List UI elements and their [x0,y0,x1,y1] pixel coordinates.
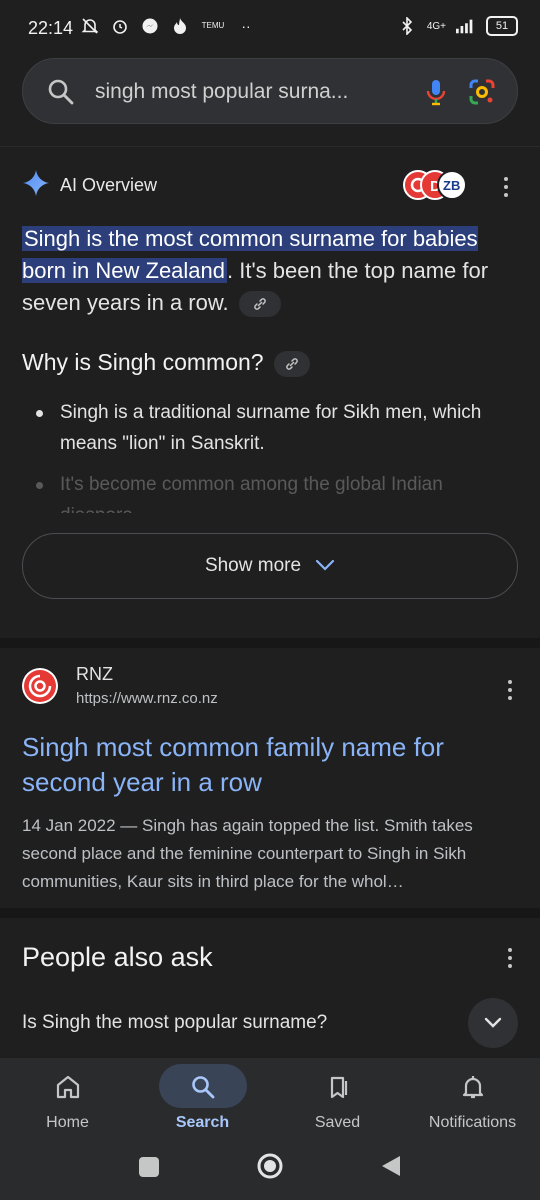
nav-notifications[interactable]: Notifications [405,1058,540,1144]
result-menu-icon[interactable] [507,680,513,700]
gemini-sparkle-icon [22,169,50,202]
nav-home-label: Home [46,1114,89,1131]
ai-overview-menu-icon[interactable] [503,177,509,197]
heading-link-icon[interactable] [273,350,310,377]
microphone-icon[interactable] [421,77,451,112]
status-time: 22:14 [28,18,74,38]
why-heading: Why is Singh common? [22,349,310,377]
bookmarks-icon [321,1070,355,1104]
section-divider [0,638,540,648]
search-query[interactable]: singh most popular surna... [95,80,348,104]
search-bar[interactable]: singh most popular surna... [22,58,518,124]
bottom-navigation: Home Search Saved Notifications [0,1058,540,1144]
nav-search-label: Search [175,1114,230,1131]
signal-icon [456,16,476,36]
bluetooth-icon [397,16,417,36]
system-navigation-bar [0,1144,540,1200]
nav-saved[interactable]: Saved [270,1058,405,1144]
paa-menu-icon[interactable] [507,948,513,968]
result-title-link[interactable]: Singh most common family name for second… [22,730,512,800]
citation-link-icon[interactable] [238,291,281,318]
bell-icon [456,1070,490,1104]
network-type: 4G+ [426,20,446,32]
people-also-ask: People also ask Is Singh the most popula… [0,918,540,1058]
why-heading-text: Why is Singh common? [22,349,264,375]
chevron-down-icon [484,1017,502,1028]
expand-question-button[interactable] [468,998,518,1048]
show-more-label: Show more [204,555,302,576]
nav-notifications-label: Notifications [428,1114,517,1131]
ai-overview-title: AI Overview [60,175,158,195]
svg-text:ZB: ZB [443,178,460,193]
list-item: Singh is a traditional surname for Sikh … [22,397,512,459]
ai-overview-card: AI Overview D ZB Singh is the most commo… [0,146,540,640]
chevron-down-icon [315,555,335,577]
list-item: It's become common among the global Indi… [22,469,512,513]
back-button[interactable] [380,1154,402,1183]
home-button[interactable] [256,1152,284,1185]
messenger-icon [140,16,160,36]
battery-indicator: 51 [486,16,518,36]
result-url: https://www.rnz.co.nz [76,690,218,707]
tinder-icon [170,16,190,36]
temu-icon: TEMU [200,16,226,36]
section-divider [0,908,540,918]
result-site-name: RNZ [76,664,113,684]
search-result[interactable]: RNZ https://www.rnz.co.nz Singh most com… [0,648,540,908]
ai-overview-answer: Singh is the most common surname for bab… [22,223,502,319]
nav-saved-label: Saved [314,1114,361,1131]
google-lens-icon[interactable] [467,77,497,112]
rnz-logo [22,668,58,704]
home-icon [51,1070,85,1104]
alarm-icon [110,16,130,36]
search-icon[interactable] [47,78,75,111]
status-bar: 22:14 TEMU ·· 4G+ 51 [0,0,540,58]
reason-list: Singh is a traditional surname for Sikh … [22,397,512,513]
recent-apps-button[interactable] [138,1156,160,1183]
show-more-button[interactable]: Show more [22,533,518,599]
result-snippet: 14 Jan 2022 — Singh has again topped the… [22,816,473,891]
paa-heading: People also ask [22,942,213,972]
paa-question[interactable]: Is Singh the most popular surname? [22,1012,327,1034]
temu-label: TEMU [201,21,225,30]
nav-home[interactable]: Home [0,1058,135,1144]
mute-icon [80,16,100,36]
nav-search[interactable]: Search [135,1058,270,1144]
source-logos[interactable]: D ZB [402,169,468,201]
search-icon [186,1070,220,1104]
more-notifications-icon: ·· [241,18,251,34]
